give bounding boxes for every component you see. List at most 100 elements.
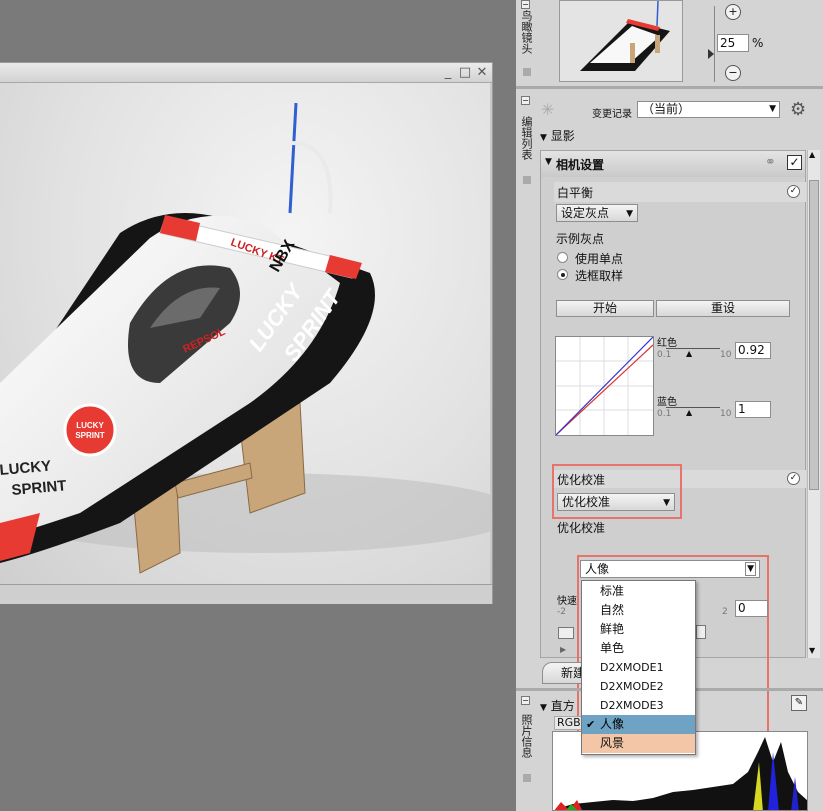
blue-label: 蓝色 [657,397,677,408]
eyedropper-icon[interactable]: ✎ [791,695,807,711]
camera-settings-checkbox[interactable]: ✓ [787,155,802,170]
radio-box-sample[interactable] [557,269,568,280]
birdseye-tab[interactable]: − 鸟瞰镜头 [520,0,533,80]
expand-icon: ▼ [545,157,552,167]
boat-photo: LUCKY KT LUCKY SPRINT LUCKY SPRINT LUCKY… [0,102,490,574]
chevron-down-icon: ▼ [769,104,776,114]
boat-thumbnail [560,1,682,81]
quick-button-2[interactable] [696,625,706,639]
red-min: 0.1 [657,350,672,360]
quick-value-input[interactable]: 0 [735,600,768,617]
preset-option[interactable]: D2XMODE1 [582,658,695,677]
badge-text-2: SPRINT [75,431,104,440]
preset-option-selected[interactable]: ✔ 人像 [582,715,695,734]
check-icon: ✔ [586,718,596,731]
zoom-out-icon[interactable]: − [725,65,741,81]
history-label: 变更记录 [592,109,632,120]
panel-divider[interactable] [516,86,823,89]
badge-text-1: LUCKY [76,421,104,430]
photo-canvas[interactable]: LUCKY KT LUCKY SPRINT LUCKY SPRINT LUCKY… [0,83,490,584]
preset-dropdown-list[interactable]: 标准 自然 鲜艳 单色 D2XMODE1 D2XMODE2 D2XMODE3 ✔… [581,580,696,755]
camera-settings-header[interactable]: ▼ 相机设置 ⚭ ✓ [541,151,805,177]
blue-slider-track[interactable] [666,407,720,408]
image-window-titlebar[interactable]: _ □ ✕ [0,63,492,83]
histogram-title: 直方 [550,699,575,713]
resize-grip-icon[interactable] [523,176,531,184]
preset-option[interactable]: D2XMODE2 [582,677,695,696]
picture-control-check-icon[interactable]: ✓ [787,472,800,485]
photo-info-label: 照片信息 [520,714,533,758]
history-dropdown[interactable]: （当前） ▼ [637,101,780,118]
radio-box-label: 选框取样 [575,269,624,283]
scroll-down-icon[interactable]: ▼ [809,646,815,655]
minimize-icon[interactable]: _ [441,66,455,80]
red-slider-track[interactable] [666,348,720,349]
expand-icon: ▼ [540,703,547,713]
history-value: （当前） [642,102,691,116]
quick-max: 2 [722,607,728,617]
preset-option-label: 人像 [600,717,625,731]
quick-label: 快速 [557,596,577,607]
reset-button[interactable]: 重设 [656,300,790,317]
red-label: 红色 [657,338,677,349]
preset-option[interactable]: 自然 [582,601,695,620]
quick-min: -2 [557,607,566,617]
edit-list-tab[interactable]: − 编辑列表 [520,96,533,186]
preset-option[interactable]: 鲜艳 [582,620,695,639]
set-gray-dropdown[interactable]: 设定灰点 ▼ [556,204,638,222]
collapse-icon[interactable]: − [521,696,530,705]
image-window: _ □ ✕ LUCKY KT LUCKY SPRINT LUCKY SPRINT… [0,62,493,604]
sparkle-icon: ✳ [541,100,555,119]
wb-curve-graph[interactable] [555,336,654,436]
red-slider-thumb[interactable]: ▲ [686,349,692,358]
preset-option[interactable]: 单色 [582,639,695,658]
zoom-in-icon[interactable]: + [725,4,741,20]
maximize-icon[interactable]: □ [458,66,472,80]
zoom-unit: % [752,36,764,50]
edit-list-scrollbar[interactable]: ▲ ▼ [807,150,820,658]
white-balance-check-icon[interactable]: ✓ [787,185,800,198]
camera-settings-title: 相机设置 [556,158,605,172]
gear-icon[interactable]: ⚙ [790,99,806,120]
collapse-icon[interactable]: − [521,96,530,105]
birdseye-thumbnail[interactable] [559,0,683,82]
histogram-header[interactable]: ▼ 直方 [540,697,575,714]
photo-info-tab[interactable]: − 照片信息 [520,696,533,786]
red-max: 10 [720,350,732,360]
quick-button-icon[interactable] [558,627,574,639]
develop-section-header[interactable]: ▼ 显影 [540,127,575,144]
resize-grip-icon[interactable] [523,68,531,76]
wb-curve-svg [555,336,654,436]
expand-icon[interactable]: ▶ [560,645,566,654]
blue-min: 0.1 [657,409,672,419]
preset-option[interactable]: D2XMODE3 [582,696,695,715]
zoom-input[interactable]: 25 [717,34,749,52]
blue-slider-thumb[interactable]: ▲ [686,408,692,417]
birdseye-label: 鸟瞰镜头 [520,10,533,54]
blue-value-input[interactable]: 1 [735,401,771,418]
start-button[interactable]: 开始 [556,300,654,317]
blue-max: 10 [720,409,732,419]
preset-dropdown-value: 人像 [585,562,610,576]
image-window-statusbar [0,584,492,604]
close-icon[interactable]: ✕ [475,66,489,80]
chevron-down-icon: ▼ [745,562,756,576]
red-value-input[interactable]: 0.92 [735,342,771,359]
scroll-thumb[interactable] [809,180,819,490]
radio-single-point[interactable] [557,252,568,263]
white-balance-row: 白平衡 ✓ [554,182,806,202]
chevron-down-icon: ▼ [663,498,670,508]
preset-dropdown[interactable]: 人像 ▼ [580,560,760,578]
collapse-icon[interactable]: − [521,0,530,9]
resize-grip-icon[interactable] [523,774,531,782]
radio-single-label: 使用单点 [575,252,624,266]
set-gray-value: 设定灰点 [561,206,610,220]
preset-option[interactable]: 标准 [582,582,695,601]
zoom-slider-thumb[interactable] [708,49,714,59]
picture-control-dropdown[interactable]: 优化校准 ▼ [557,493,675,511]
picture-control-dropdown-value: 优化校准 [562,495,611,509]
scroll-up-icon[interactable]: ▲ [809,150,815,159]
zoom-slider-track[interactable] [714,6,715,82]
preset-option-hover[interactable]: 风景 [582,734,695,753]
link-icon[interactable]: ⚭ [765,155,776,170]
